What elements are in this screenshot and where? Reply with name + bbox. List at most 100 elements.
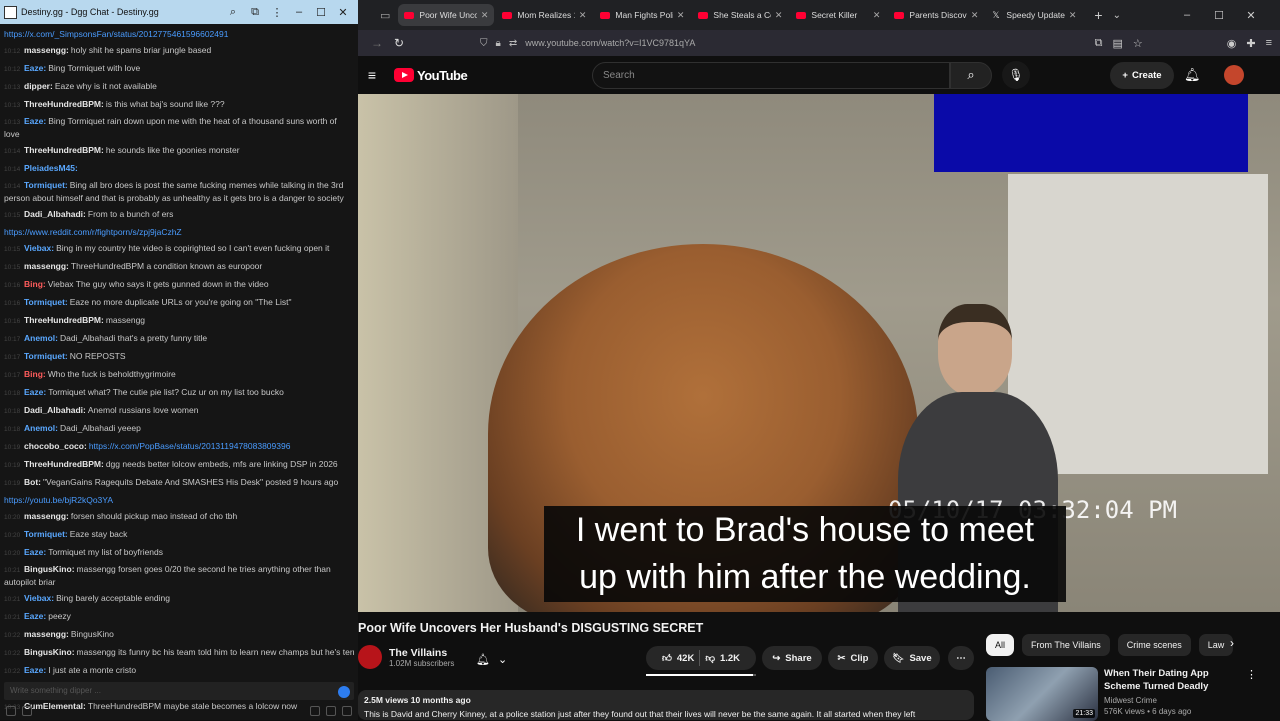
minimize-button[interactable]: – (1172, 0, 1202, 30)
tab-close-icon[interactable]: ✕ (971, 10, 979, 21)
chevron-right-icon[interactable]: › (1230, 636, 1234, 650)
avatar[interactable] (1224, 65, 1244, 85)
chat-send-icon[interactable] (338, 686, 350, 698)
hamburger-menu-icon[interactable]: ≡ (1266, 37, 1272, 49)
youtube-logo[interactable]: YouTube (394, 68, 468, 83)
chat-username[interactable]: ThreeHundredBPM: (24, 459, 104, 469)
recommended-video[interactable]: 21:33 When Their Dating App Scheme Turne… (986, 667, 1244, 721)
more-actions-button[interactable]: ⋯ (948, 646, 974, 670)
chat-username[interactable]: Dadi_Albahadi: (24, 209, 86, 219)
chat-username[interactable]: Dadi_Albahadi: (24, 405, 86, 415)
chat-username[interactable]: massengg: (24, 261, 69, 271)
browser-tab[interactable]: Poor Wife Uncovers ✕ (398, 4, 495, 26)
users-icon[interactable] (22, 706, 32, 716)
filter-chip[interactable]: All (986, 634, 1015, 656)
share-button[interactable]: ↪ Share (762, 646, 822, 670)
chat-username[interactable]: Tormiquet: (24, 351, 68, 361)
eye-icon[interactable] (310, 706, 320, 716)
notifications-bell-icon[interactable]: 🔔︎ (1184, 67, 1201, 83)
search-icon[interactable]: ⌕ (222, 6, 244, 19)
chat-username[interactable]: Eaze: (24, 611, 46, 621)
chat-username[interactable]: ThreeHundredBPM: (24, 145, 104, 155)
chat-username[interactable]: Tormiquet: (24, 529, 68, 539)
chat-username[interactable]: Eaze: (24, 665, 46, 675)
picture-in-picture-icon[interactable]: ⧉ (1095, 37, 1103, 50)
chat-username[interactable]: Anemol: (24, 333, 58, 343)
close-button[interactable]: ✕ (332, 6, 354, 19)
minimize-button[interactable]: – (288, 6, 310, 18)
hamburger-menu-icon[interactable]: ≡ (362, 67, 382, 83)
dislike-count[interactable]: 1.2K (720, 653, 740, 664)
clip-button[interactable]: ✂ Clip (828, 646, 878, 670)
tab-close-icon[interactable]: ✕ (579, 10, 587, 21)
chat-username[interactable]: PleiadesM45: (24, 163, 78, 173)
extensions-icon[interactable]: ✚ (1246, 37, 1255, 50)
browser-tab[interactable]: She Steals a Cop ✕ (692, 4, 788, 26)
shield-icon[interactable]: ⛉ (480, 38, 488, 49)
chat-username[interactable]: massengg: (24, 511, 69, 521)
recommended-channel[interactable]: Midwest Crime (1104, 696, 1244, 705)
chat-username[interactable]: dipper: (24, 81, 53, 91)
recommended-thumbnail[interactable]: 21:33 (986, 667, 1098, 721)
reader-icon[interactable]: ▤ (1112, 37, 1122, 50)
chat-username[interactable]: Bot: (24, 477, 41, 487)
chat-username[interactable]: Eaze: (24, 116, 46, 126)
filter-chip[interactable]: Law (1198, 634, 1234, 656)
menu-dots-icon[interactable]: ⋮ (266, 6, 288, 19)
channel-avatar[interactable] (358, 645, 382, 669)
browser-tab[interactable]: 𝕏 Speedy Update ✕ (986, 4, 1082, 26)
create-button[interactable]: + Create (1110, 61, 1174, 89)
chat-input[interactable]: Write something dipper ... (4, 682, 354, 700)
new-tab-button[interactable]: + (1094, 7, 1102, 23)
browser-tab[interactable]: Secret Killer ✕ (790, 4, 886, 26)
forward-icon[interactable]: → (366, 36, 388, 50)
tab-close-icon[interactable]: ✕ (481, 10, 489, 21)
chat-username[interactable]: Bing: (24, 369, 46, 379)
chat-username[interactable]: Tormiquet: (24, 297, 68, 307)
video-player[interactable]: 05/10/17 03:32:04 PM I went to Brad's ho… (358, 94, 1280, 612)
chat-username[interactable]: massengg: (24, 629, 69, 639)
microphone-icon[interactable]: 🎙︎ (1002, 61, 1030, 89)
lock-icon[interactable]: 🔒︎ (496, 38, 501, 49)
subscription-bell-button[interactable]: 🔔︎ ⌄ (476, 648, 520, 670)
chat-username[interactable]: Eaze: (24, 547, 46, 557)
description-box[interactable]: 2.5M views 10 months ago This is David a… (358, 690, 974, 720)
chat-username[interactable]: Eaze: (24, 63, 46, 73)
search-input[interactable]: Search (592, 61, 950, 89)
recommended-info[interactable]: When Their Dating App Scheme Turned Dead… (1104, 667, 1244, 721)
tab-close-icon[interactable]: ✕ (1069, 10, 1077, 21)
browser-tab[interactable]: Mom Realizes 12 ✕ (496, 4, 592, 26)
maximize-button[interactable]: ☐ (310, 6, 332, 19)
chat-username[interactable]: Eaze: (24, 387, 46, 397)
gear-icon[interactable] (326, 706, 336, 716)
tab-close-icon[interactable]: ✕ (873, 10, 881, 21)
chat-link[interactable]: https://www.reddit.com/r/fightporn/s/zpj… (4, 227, 182, 237)
more-vert-icon[interactable]: ⋮ (1246, 668, 1257, 681)
permissions-icon[interactable]: ⇄ (509, 38, 517, 49)
chat-username[interactable]: chocobo_coco: (24, 441, 87, 451)
chat-username[interactable]: BingusKino: (24, 564, 75, 574)
like-count[interactable]: 42K (677, 653, 694, 664)
user-icon[interactable] (342, 706, 352, 716)
chat-username[interactable]: ThreeHundredBPM: (24, 315, 104, 325)
popout-icon[interactable]: ⧉ (244, 6, 266, 19)
chat-username[interactable]: Viebax: (24, 593, 54, 603)
chat-link[interactable]: https://x.com/_SimpsonsFan/status/201277… (4, 29, 228, 39)
reload-icon[interactable]: ↻ (388, 36, 410, 50)
search-button[interactable]: ⌕ (950, 61, 992, 89)
close-button[interactable]: ✕ (1236, 0, 1266, 30)
chat-username[interactable]: massengg: (24, 45, 69, 55)
account-icon[interactable]: ◉ (1227, 37, 1237, 50)
thumbs-down-icon[interactable]: 👎︎ (705, 652, 715, 664)
save-button[interactable]: 🔖︎ Save (884, 646, 940, 670)
chat-link[interactable]: https://youtu.be/bjR2kQo3YA (4, 495, 113, 505)
bookmark-star-icon[interactable]: ☆ (1133, 37, 1143, 50)
chevron-down-icon[interactable]: ⌄ (1113, 10, 1121, 21)
channel-name[interactable]: The Villains (389, 647, 454, 659)
chat-username[interactable]: Viebax: (24, 243, 54, 253)
chat-username[interactable]: Bing: (24, 279, 46, 289)
tab-close-icon[interactable]: ✕ (677, 10, 685, 21)
recommended-title[interactable]: When Their Dating App Scheme Turned Dead… (1104, 667, 1244, 693)
settings-icon[interactable] (6, 706, 16, 716)
browser-tab[interactable]: Parents Discover ✕ (888, 4, 984, 26)
